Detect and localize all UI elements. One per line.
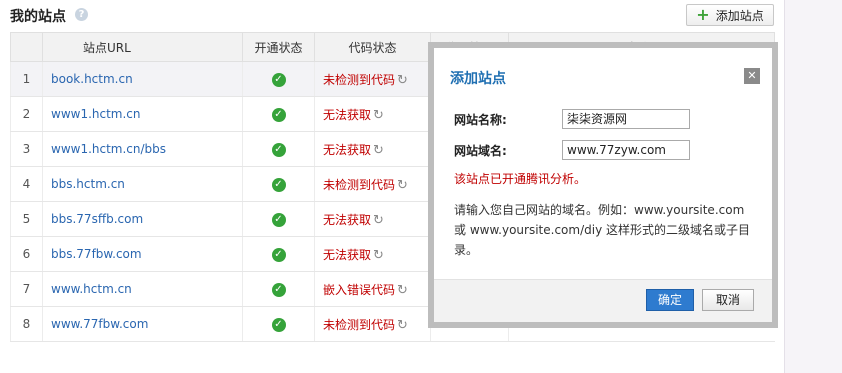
code-status: 未检测到代码 [323,317,396,332]
refresh-icon[interactable]: ↻ [397,318,408,333]
row-number: 5 [10,201,43,237]
site-name-input[interactable]: 柒柒资源网 [562,109,690,129]
refresh-icon[interactable]: ↻ [373,143,384,158]
code-status: 嵌入错误代码 [323,282,396,297]
help-icon[interactable]: ? [75,8,88,21]
site-url-link[interactable]: bbs.77sffb.com [51,212,143,226]
page-title: 我的站点 [10,9,66,25]
check-icon: ✓ [271,73,286,87]
row-number: 7 [10,271,43,307]
confirm-button[interactable]: 确定 [646,289,694,311]
check-icon: ✓ [271,318,286,332]
dialog-overlay: 添加站点 ✕ 网站名称: 柒柒资源网 网站域名: www.77zyw.com 该… [428,42,778,328]
row-number: 2 [10,96,43,132]
plus-icon: + [696,5,710,24]
header-site-url: 站点URL [42,32,243,62]
cancel-button[interactable]: 取消 [702,289,754,311]
refresh-icon[interactable]: ↻ [373,248,384,263]
row-number: 1 [10,61,43,97]
row-number: 6 [10,236,43,272]
site-url-link[interactable]: bbs.77fbw.com [51,247,142,261]
dialog-title: 添加站点 [450,71,506,87]
header-index [10,32,43,62]
site-url-link[interactable]: www1.hctm.cn/bbs [51,142,166,156]
code-status: 无法获取 [323,142,372,157]
site-url-link[interactable]: book.hctm.cn [51,72,133,86]
site-domain-input[interactable]: www.77zyw.com [562,140,690,160]
refresh-icon[interactable]: ↻ [373,213,384,228]
add-site-dialog: 添加站点 ✕ 网站名称: 柒柒资源网 网站域名: www.77zyw.com 该… [434,48,772,322]
add-site-button[interactable]: + 添加站点 [686,4,774,26]
check-icon: ✓ [271,178,286,192]
row-number: 8 [10,306,43,342]
close-icon[interactable]: ✕ [744,68,760,84]
check-icon: ✓ [271,283,286,297]
notice-text: 该站点已开通腾讯分析。 [454,172,587,186]
header-code-status: 代码状态 [314,32,431,62]
site-url-link[interactable]: www.hctm.cn [51,282,132,296]
right-side-panel [784,0,842,373]
refresh-icon[interactable]: ↻ [397,178,408,193]
site-url-link[interactable]: www1.hctm.cn [51,107,141,121]
code-status: 未检测到代码 [323,177,396,192]
site-name-label: 网站名称: [454,113,507,127]
check-icon: ✓ [271,213,286,227]
hint-text: 请输入您自己网站的域名。例如：www.yoursite.com 或 www.yo… [454,203,750,257]
code-status: 未检测到代码 [323,72,396,87]
row-number: 3 [10,131,43,167]
check-icon: ✓ [271,143,286,157]
dialog-footer: 确定 取消 [434,279,772,322]
refresh-icon[interactable]: ↻ [397,283,408,298]
code-status: 无法获取 [323,212,372,227]
row-number: 4 [10,166,43,202]
refresh-icon[interactable]: ↻ [397,73,408,88]
site-domain-label: 网站域名: [454,144,507,158]
refresh-icon[interactable]: ↻ [373,108,384,123]
site-url-link[interactable]: www.77fbw.com [51,317,148,331]
check-icon: ✓ [271,248,286,262]
header-open-status: 开通状态 [242,32,315,62]
code-status: 无法获取 [323,107,372,122]
check-icon: ✓ [271,108,286,122]
code-status: 无法获取 [323,247,372,262]
add-site-label: 添加站点 [715,8,764,23]
site-url-link[interactable]: bbs.hctm.cn [51,177,125,191]
